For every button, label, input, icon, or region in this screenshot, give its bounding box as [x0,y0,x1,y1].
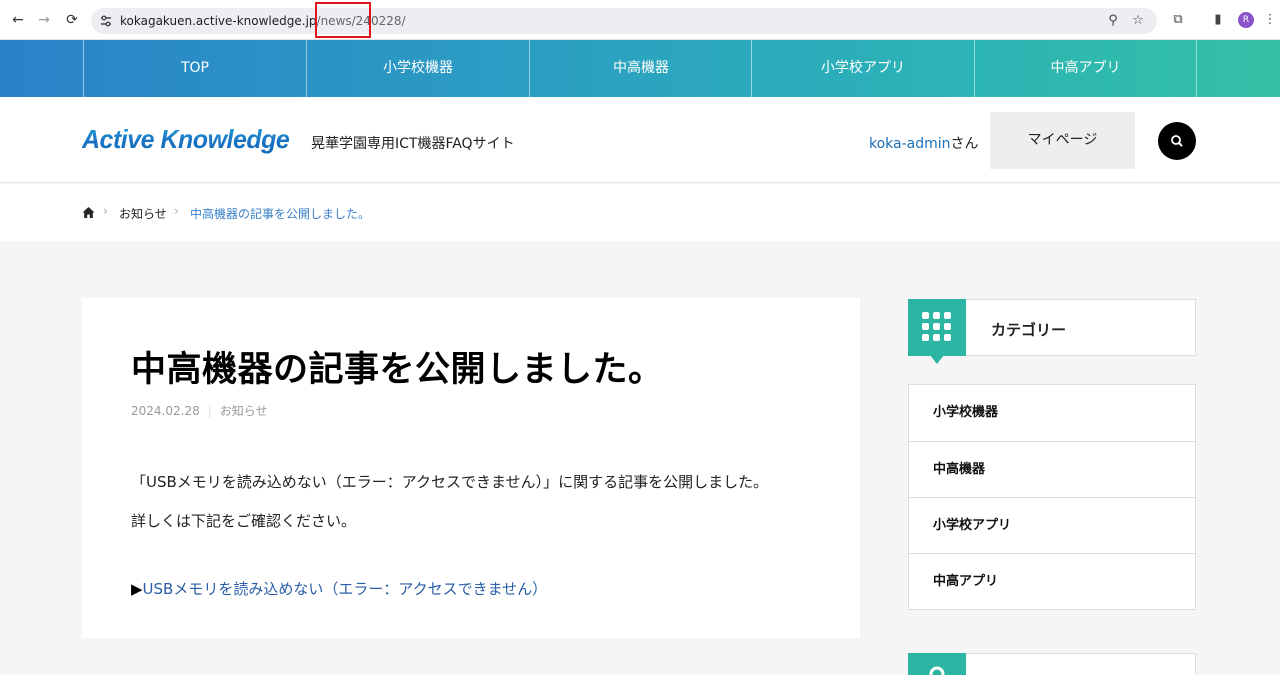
url-host: kokagakuen.active-knowledge.jp [120,14,317,28]
user-suffix: さん [950,136,979,152]
home-icon[interactable] [82,206,95,219]
site-tagline: 晃華学園専用ICT機器FAQサイト [311,136,515,152]
site-logo[interactable]: Active Knowledge [82,124,290,155]
category-list: 小学校機器 中高機器 小学校アプリ 中高アプリ [908,384,1196,610]
site-settings-icon[interactable] [99,14,113,28]
grid-dots-icon [922,312,951,341]
address-bar[interactable]: kokagakuen.active-knowledge.jp/news/2402… [91,8,1157,34]
global-nav: TOP 小学校機器 中高機器 小学校アプリ 中高アプリ [0,40,1280,97]
article-paragraph: 詳しくは下記をご確認ください。 [131,512,357,530]
forward-arrow-icon[interactable]: → [34,10,54,30]
gnav-item-elementary-devices[interactable]: 小学校機器 [306,40,529,97]
article-meta: 2024.02.28 | お知らせ [131,402,268,419]
meta-divider: | [207,404,212,418]
mypage-button[interactable]: マイページ [990,112,1135,169]
heading-pointer [930,355,944,364]
article-link[interactable]: ▶USBメモリを読み込めない（エラー：アクセスできません） [131,578,547,599]
category-item-secondary-apps[interactable]: 中高アプリ [909,553,1195,609]
breadcrumb: › お知らせ › 中高機器の記事を公開しました。 [0,184,1280,241]
breadcrumb-current: 中高機器の記事を公開しました。 [190,207,371,221]
category-heading: カテゴリー [991,321,1067,339]
article-link-text[interactable]: USBメモリを読み込めない（エラー：アクセスできません） [143,580,548,598]
second-widget-heading [908,653,1196,675]
profile-avatar[interactable]: R [1238,12,1254,28]
widget-icon-box [908,653,966,675]
article-category-link[interactable]: お知らせ [220,404,268,418]
breadcrumb-news-link[interactable]: お知らせ [119,205,167,222]
category-icon-box [908,299,966,364]
article-paragraph: 「USBメモリを読み込めない（エラー：アクセスできません）」に関する記事を公開し… [131,473,769,491]
menu-kebab-icon[interactable]: ⋮ [1260,10,1280,30]
zoom-icon[interactable]: ⚲ [1103,11,1123,31]
reload-icon[interactable]: ⟳ [62,10,82,30]
category-item-secondary-devices[interactable]: 中高機器 [909,441,1195,497]
back-arrow-icon[interactable]: ← [8,10,28,30]
bookmark-star-icon[interactable]: ☆ [1128,11,1148,31]
category-widget-heading: カテゴリー [908,299,1196,364]
category-item-elementary-apps[interactable]: 小学校アプリ [909,497,1195,553]
gear-icon [929,666,945,675]
gnav-item-elementary-apps[interactable]: 小学校アプリ [751,40,974,97]
browser-toolbar: ← → ⟳ kokagakuen.active-knowledge.jp/new… [0,0,1280,40]
gnav-item-top[interactable]: TOP [83,40,306,97]
article-title: 中高機器の記事を公開しました。 [131,350,664,390]
article-card: 中高機器の記事を公開しました。 2024.02.28 | お知らせ 「USBメモリを… [82,298,860,638]
extensions-puzzle-icon[interactable]: ⧉ [1168,10,1188,30]
gnav-item-secondary-apps[interactable]: 中高アプリ [974,40,1197,97]
url-highlight-box [315,2,371,38]
site-header: Active Knowledge 晃華学園専用ICT機器FAQサイト koka-… [0,97,1280,183]
search-icon [1171,135,1183,147]
search-button[interactable] [1158,122,1196,160]
breadcrumb-separator-icon: › [103,204,108,218]
category-item-elementary-devices[interactable]: 小学校機器 [909,385,1195,441]
side-panel-icon[interactable]: ▮ [1208,10,1228,30]
gnav-item-secondary-devices[interactable]: 中高機器 [529,40,752,97]
triangle-marker-icon: ▶ [131,580,143,598]
breadcrumb-separator-icon: › [174,204,179,218]
article-date: 2024.02.28 [131,404,200,418]
user-name-link[interactable]: koka-admin [869,136,951,152]
user-greeting: koka-adminさん [869,133,979,153]
